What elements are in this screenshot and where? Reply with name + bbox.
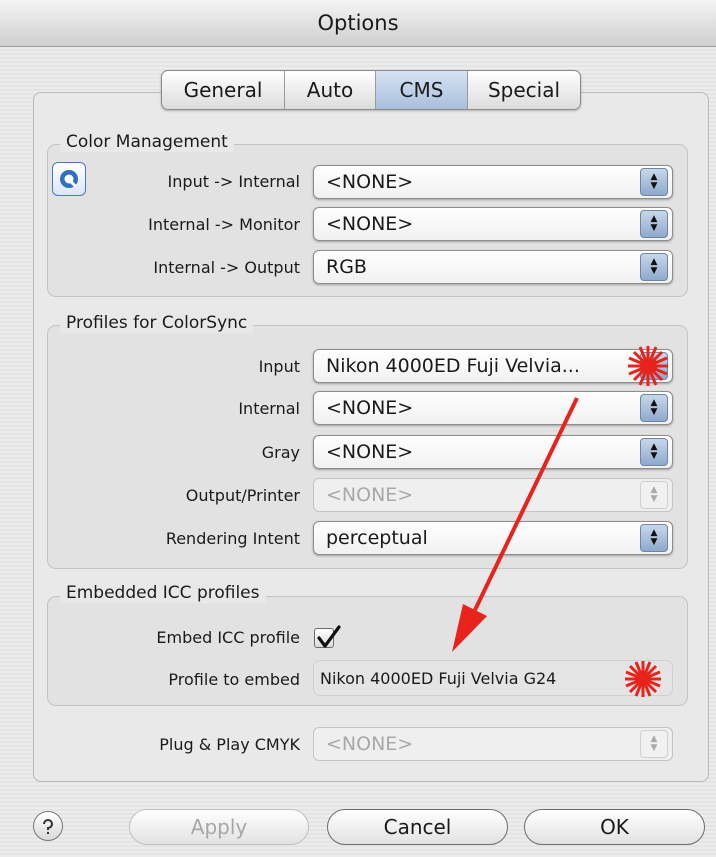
plug-play-cmyk-label: Plug & Play CMYK bbox=[159, 735, 300, 754]
profile-internal-select[interactable]: <NONE> ▲ ▼ bbox=[313, 391, 673, 425]
embedded-icc-title: Embedded ICC profiles bbox=[60, 583, 266, 603]
internal-monitor-label: Internal -> Monitor bbox=[148, 215, 300, 234]
window-title: Options bbox=[317, 11, 399, 35]
profile-input-value: Nikon 4000ED Fuji Velvia... bbox=[326, 355, 580, 377]
window-titlebar: Options bbox=[0, 0, 716, 47]
profile-internal-value: <NONE> bbox=[326, 397, 414, 419]
rendering-intent-value: perceptual bbox=[326, 527, 428, 549]
internal-output-select[interactable]: RGB ▲ ▼ bbox=[313, 250, 673, 284]
profile-to-embed-field: Nikon 4000ED Fuji Velvia G24 bbox=[313, 660, 673, 696]
profile-to-embed-label: Profile to embed bbox=[168, 670, 300, 689]
tab-cms[interactable]: CMS bbox=[376, 71, 468, 109]
updown-arrows-icon: ▲ ▼ bbox=[640, 481, 668, 509]
embed-icc-profile-checkbox[interactable] bbox=[314, 625, 341, 648]
tab-general[interactable]: General bbox=[162, 71, 285, 109]
internal-output-label: Internal -> Output bbox=[153, 258, 300, 277]
rendering-intent-select[interactable]: perceptual ▲ ▼ bbox=[313, 521, 673, 555]
profile-internal-label: Internal bbox=[238, 399, 300, 418]
updown-arrows-icon: ▲ ▼ bbox=[640, 524, 668, 552]
rendering-intent-label: Rendering Intent bbox=[165, 529, 300, 548]
updown-arrows-icon: ▲ ▼ bbox=[640, 394, 668, 422]
color-management-title: Color Management bbox=[60, 132, 234, 152]
internal-monitor-select[interactable]: <NONE> ▲ ▼ bbox=[313, 207, 673, 241]
profile-output-printer-label: Output/Printer bbox=[185, 486, 300, 505]
checkmark-icon bbox=[317, 625, 341, 648]
internal-output-value: RGB bbox=[326, 256, 367, 278]
plug-play-cmyk-value: <NONE> bbox=[326, 733, 414, 755]
input-internal-label: Input -> Internal bbox=[167, 172, 300, 191]
profile-input-select[interactable]: Nikon 4000ED Fuji Velvia... ▲ ▼ bbox=[313, 349, 673, 383]
profile-to-embed-value: Nikon 4000ED Fuji Velvia G24 bbox=[320, 668, 557, 688]
internal-monitor-value: <NONE> bbox=[326, 213, 414, 235]
updown-arrows-icon: ▲ ▼ bbox=[640, 352, 668, 380]
tab-special[interactable]: Special bbox=[468, 71, 580, 109]
updown-arrows-icon: ▲ ▼ bbox=[640, 253, 668, 281]
apply-button[interactable]: Apply bbox=[129, 809, 309, 845]
profile-output-printer-select[interactable]: <NONE> ▲ ▼ bbox=[313, 478, 673, 512]
help-icon bbox=[43, 819, 53, 835]
quicktime-icon[interactable] bbox=[52, 162, 86, 196]
plug-play-cmyk-select[interactable]: <NONE> ▲ ▼ bbox=[313, 727, 673, 761]
updown-arrows-icon: ▲ ▼ bbox=[640, 730, 668, 758]
profile-gray-value: <NONE> bbox=[326, 441, 414, 463]
updown-arrows-icon: ▲ ▼ bbox=[640, 210, 668, 238]
updown-arrows-icon: ▲ ▼ bbox=[640, 168, 668, 196]
profile-gray-label: Gray bbox=[261, 443, 300, 462]
help-button[interactable] bbox=[33, 811, 63, 841]
tab-auto[interactable]: Auto bbox=[285, 71, 376, 109]
cancel-button[interactable]: Cancel bbox=[327, 809, 508, 845]
input-internal-select[interactable]: <NONE> ▲ ▼ bbox=[313, 165, 673, 199]
tab-bar: General Auto CMS Special bbox=[161, 70, 581, 110]
input-internal-value: <NONE> bbox=[326, 171, 414, 193]
profile-gray-select[interactable]: <NONE> ▲ ▼ bbox=[313, 435, 673, 469]
ok-button[interactable]: OK bbox=[524, 809, 705, 845]
profiles-colorsync-title: Profiles for ColorSync bbox=[60, 313, 254, 333]
profile-input-label: Input bbox=[258, 357, 300, 376]
updown-arrows-icon: ▲ ▼ bbox=[640, 438, 668, 466]
embed-icc-profile-label: Embed ICC profile bbox=[156, 628, 300, 647]
profile-output-printer-value: <NONE> bbox=[326, 484, 414, 506]
